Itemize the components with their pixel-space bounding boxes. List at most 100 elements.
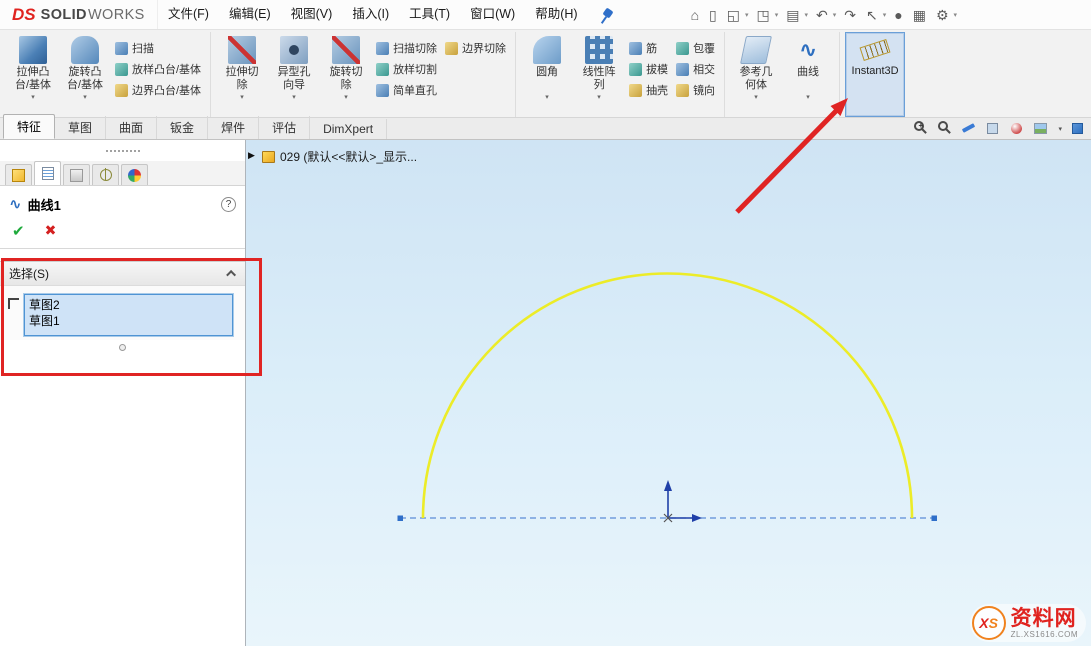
ribbon-group-cut: 拉伸切 除 ▾ 异型孔 向导 ▾ 旋转切 除 ▾ 扫描切除 [211,32,516,117]
collapse-chevron-icon[interactable] [226,270,236,280]
graphics-viewport[interactable]: ▶ 029 (默认<<默认>_显示... [246,140,1091,646]
boundary-cut-button[interactable]: 边界切除 [445,40,506,56]
propertymanager-tab[interactable] [34,161,61,185]
pin-icon[interactable] [598,7,614,23]
swept-cut-button[interactable]: 扫描切除 [376,40,437,56]
instant3d-button[interactable]: Instant3D [845,32,905,117]
help-icon[interactable]: ? [221,197,236,212]
open-document-icon[interactable]: ◱ [722,3,745,27]
dropdown-arrow-icon[interactable]: ▾ [83,93,87,101]
dropdown-arrow-icon[interactable]: ▾ [806,93,810,101]
featuremanager-tab[interactable] [5,164,32,185]
button-label: 列 [594,79,605,92]
sweep-button[interactable]: 扫描 [115,40,201,56]
new-document-icon[interactable]: ▯ [704,3,722,27]
dimxpertmanager-tab[interactable] [92,164,119,185]
zoom-to-fit-icon[interactable] [914,121,929,136]
reference-geometry-button[interactable]: 参考几 何体 ▾ [730,33,782,116]
rib-button[interactable]: 筋 [629,40,668,56]
dropdown-arrow-icon[interactable]: ▾ [292,93,296,101]
section-view-icon[interactable] [962,121,977,136]
menu-file[interactable]: 文件(F) [158,0,219,29]
button-label: 曲线 [797,66,819,79]
revolve-boss-icon [71,36,99,64]
cancel-button[interactable]: ✖ [45,222,57,240]
curves-button[interactable]: ∿ 曲线 ▾ [782,33,834,116]
logo-text-bold: SOLID [41,7,87,23]
menu-help[interactable]: 帮助(H) [525,0,587,29]
revolved-cut-button[interactable]: 旋转切 除 ▾ [320,33,372,116]
select-icon[interactable]: ↖ [861,3,883,27]
shell-button[interactable]: 抽壳 [629,82,668,98]
dropdown-arrow-icon[interactable]: ▾ [1058,125,1062,133]
view-settings-icon[interactable] [1071,121,1086,136]
dimxpert-icon [100,169,112,181]
edit-appearance-icon[interactable] [1010,121,1025,136]
group-resize-handle[interactable] [119,344,126,351]
wrap-button[interactable]: 包覆 [676,40,715,56]
watermark-brand: 资料网 [1011,608,1078,629]
dropdown-arrow-icon[interactable]: ▾ [545,93,549,101]
simple-hole-button[interactable]: 简单直孔 [376,82,437,98]
button-label: 边界凸台/基体 [132,82,201,98]
home-icon[interactable]: ⌂ [686,3,704,27]
ok-button[interactable]: ✔ [12,222,25,240]
panel-splitter-grip[interactable] [105,149,141,153]
mirror-button[interactable]: 镜向 [676,82,715,98]
menu-insert[interactable]: 插入(I) [342,0,399,29]
button-label: 台/基体 [15,79,51,92]
tab-weldments[interactable]: 焊件 [208,116,259,139]
tab-features[interactable]: 特征 [3,114,55,139]
zoom-area-icon[interactable] [938,121,953,136]
menu-window[interactable]: 窗口(W) [460,0,525,29]
selection-listbox[interactable]: 草图2 草图1 [24,294,233,336]
tab-dimxpert[interactable]: DimXpert [310,119,387,139]
button-label: 放样凸台/基体 [132,61,201,77]
scene-icon[interactable] [1034,121,1049,136]
tab-surfaces[interactable]: 曲面 [106,116,157,139]
displaymanager-tab[interactable] [121,164,148,185]
menu-tools[interactable]: 工具(T) [399,0,460,29]
touch-icon[interactable]: ● [889,3,907,27]
dropdown-arrow-icon[interactable]: ▾ [597,93,601,101]
lofted-cut-button[interactable]: 放样切割 [376,61,437,77]
selection-group-header[interactable]: 选择(S) [0,261,245,286]
hole-wizard-button[interactable]: 异型孔 向导 ▾ [268,33,320,116]
undo-icon[interactable]: ↶ [811,3,833,27]
tab-evaluate[interactable]: 评估 [259,116,310,139]
instant3d-label: Instant3D [852,65,899,77]
linear-pattern-button[interactable]: 线性阵 列 ▾ [573,33,625,116]
tab-sketch[interactable]: 草图 [55,116,106,139]
intersect-button[interactable]: 相交 [676,61,715,77]
dropdown-arrow-icon[interactable]: ▾ [240,93,244,101]
tab-sheet-metal[interactable]: 钣金 [157,116,208,139]
view-orientation-icon[interactable] [986,121,1001,136]
property-form-icon [42,167,54,180]
misc-small-buttons-col2: 包覆 相交 镜向 [672,33,719,116]
extruded-cut-button[interactable]: 拉伸切 除 ▾ [216,33,268,116]
dropdown-arrow-icon[interactable]: ▾ [31,93,35,101]
task-pane-icon[interactable]: ▦ [908,3,931,27]
draft-button[interactable]: 拔模 [629,61,668,77]
selection-item[interactable]: 草图2 [29,297,228,313]
menu-view[interactable]: 视图(V) [281,0,343,29]
options-icon[interactable]: ⚙ [931,3,954,27]
solidworks-window: DS SOLID WORKS 文件(F) 编辑(E) 视图(V) 插入(I) 工… [0,0,1091,646]
revolve-boss-button[interactable]: 旋转凸 台/基体 ▾ [59,33,111,116]
sweep-icon [115,42,128,55]
menu-edit[interactable]: 编辑(E) [219,0,281,29]
ribbon-group-reference: 参考几 何体 ▾ ∿ 曲线 ▾ [725,32,840,117]
fillet-button[interactable]: 圆角 ▾ [521,33,573,116]
selection-item[interactable]: 草图1 [29,313,228,329]
redo-icon[interactable]: ↷ [839,3,861,27]
print-icon[interactable]: ▤ [781,3,804,27]
dropdown-arrow-icon[interactable]: ▾ [754,93,758,101]
extrude-boss-button[interactable]: 拉伸凸 台/基体 ▾ [7,33,59,116]
dropdown-arrow-icon[interactable]: ▾ [954,11,961,19]
loft-boss-button[interactable]: 放样凸台/基体 [115,61,201,77]
configurationmanager-tab[interactable] [63,164,90,185]
dropdown-arrow-icon[interactable]: ▾ [344,93,348,101]
button-label: 线性阵 [583,66,616,79]
boundary-boss-button[interactable]: 边界凸台/基体 [115,82,201,98]
save-icon[interactable]: ◳ [752,3,775,27]
